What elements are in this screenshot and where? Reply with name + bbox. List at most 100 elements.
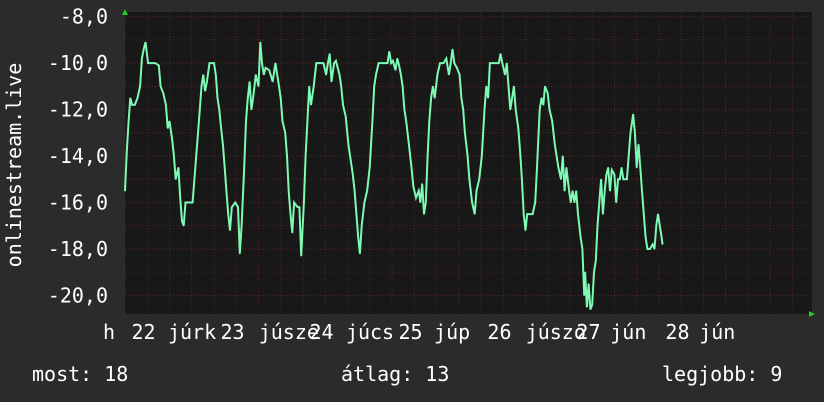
data-point [126, 150, 128, 152]
data-point [173, 155, 175, 157]
x-tick-label: 28 [665, 320, 689, 344]
data-point [276, 74, 278, 76]
x-tick-label: 25 [398, 320, 422, 344]
data-point [129, 97, 131, 99]
data-point [636, 167, 638, 169]
data-point [448, 74, 450, 76]
data-point [342, 104, 344, 106]
data-point [237, 206, 239, 208]
data-point [487, 97, 489, 99]
data-point [529, 213, 531, 215]
data-point [628, 155, 630, 157]
y-tick-label: -14,0 [48, 144, 108, 168]
data-point [624, 178, 626, 180]
data-point [591, 304, 593, 306]
data-point [653, 248, 656, 250]
data-point [352, 174, 354, 176]
data-point [165, 104, 167, 106]
data-point [629, 132, 632, 134]
data-point [570, 201, 572, 204]
data-point [639, 167, 641, 169]
data-point [175, 178, 177, 180]
x-tick-label: júrk [168, 320, 216, 344]
data-point [445, 57, 447, 60]
data-point [349, 155, 351, 157]
data-point [568, 190, 570, 192]
data-point [202, 74, 204, 76]
data-point [547, 92, 549, 94]
data-point [513, 85, 515, 87]
data-point [141, 57, 143, 60]
data-point [154, 62, 156, 64]
data-point [524, 229, 527, 231]
data-point [347, 143, 349, 145]
data-point [415, 197, 417, 199]
data-point [649, 248, 651, 250]
data-point [179, 197, 181, 199]
data-point [136, 97, 139, 99]
data-point [188, 201, 190, 204]
data-point [181, 220, 183, 222]
y-tick-label: -12,0 [48, 98, 108, 122]
data-point [613, 174, 616, 176]
data-point [641, 190, 643, 192]
data-point [225, 190, 227, 192]
data-point [245, 120, 247, 122]
data-point [257, 85, 260, 87]
data-point [659, 225, 661, 227]
y-axis-ticks: -8,0 -10,0 -12,0 -14,0 -16,0 -18,0 -20,0 [48, 5, 108, 308]
data-point [615, 201, 617, 204]
data-point [421, 183, 423, 185]
data-point [168, 120, 171, 122]
x-tick-label: jún [699, 320, 735, 344]
data-point [213, 62, 215, 64]
data-point [325, 74, 327, 76]
x-tick-label: 23 [220, 320, 244, 344]
data-point [605, 174, 608, 176]
data-point [234, 201, 236, 204]
data-point [622, 178, 624, 180]
data-point [551, 120, 553, 122]
data-point [300, 255, 302, 257]
data-point [355, 213, 357, 215]
data-point [598, 201, 600, 204]
data-point [602, 213, 604, 215]
data-point [124, 190, 126, 192]
data-point [345, 115, 347, 118]
data-point [227, 213, 229, 215]
x-axis-ticks: h 22 júrk 23 júsze24 júcs 25 júp 26 júszo27 jún 28 j… [103, 320, 735, 344]
data-point [184, 201, 187, 204]
data-point [661, 243, 664, 245]
data-point [595, 260, 597, 262]
data-point [468, 178, 470, 180]
data-point [617, 178, 619, 180]
data-point [509, 109, 511, 111]
data-point [274, 62, 276, 64]
data-point [329, 53, 331, 55]
data-point [495, 62, 497, 64]
data-point [357, 236, 359, 238]
data-point [548, 109, 551, 111]
data-point [489, 62, 491, 64]
data-point [183, 225, 185, 227]
data-point [151, 62, 153, 64]
data-point [410, 167, 413, 169]
data-point [573, 201, 576, 204]
data-point [310, 104, 312, 106]
data-point [305, 155, 307, 157]
data-point [580, 236, 582, 238]
data-point [263, 74, 265, 76]
data-point [218, 109, 220, 111]
data-point [655, 225, 657, 227]
data-point [394, 69, 397, 71]
data-point [453, 62, 455, 64]
data-point [607, 167, 609, 169]
data-point [575, 190, 577, 192]
data-point [619, 178, 621, 180]
data-point [243, 167, 245, 169]
y-axis-label: onlinestream.live [2, 63, 26, 268]
data-point [327, 62, 329, 64]
data-point [171, 139, 173, 141]
data-point [459, 74, 461, 76]
data-point [162, 92, 164, 94]
